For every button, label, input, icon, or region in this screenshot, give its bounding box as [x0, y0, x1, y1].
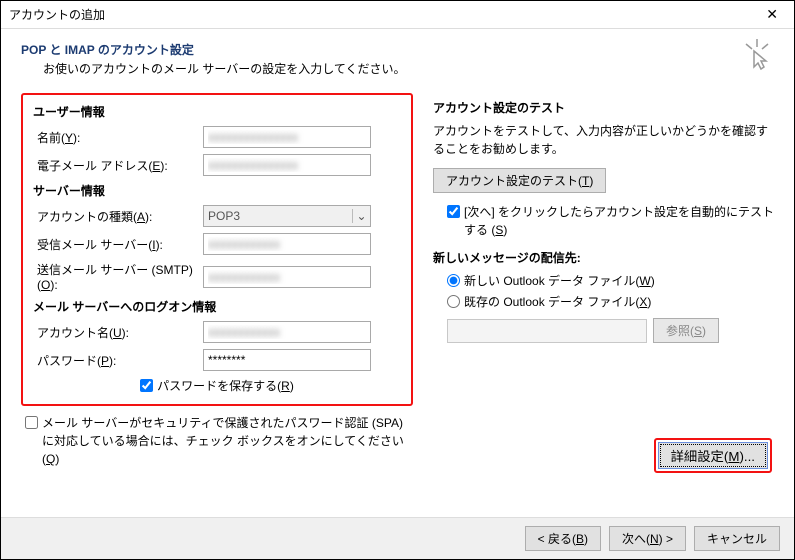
new-pst-radio[interactable]	[447, 274, 460, 287]
spa-label: メール サーバーがセキュリティで保護されたパスワード認証 (SPA) に対応して…	[42, 414, 413, 468]
save-password-checkbox[interactable]	[140, 379, 153, 392]
password-input[interactable]	[203, 349, 371, 371]
account-type-select[interactable]: POP3 ⌄	[203, 205, 371, 227]
cursor-icon	[742, 39, 772, 80]
spa-checkbox[interactable]	[25, 416, 38, 429]
next-button[interactable]: 次へ(N) >	[609, 526, 686, 551]
incoming-server-input[interactable]	[203, 233, 371, 255]
browse-button: 参照(S)	[653, 318, 719, 343]
test-settings-button[interactable]: アカウント設定のテスト(T)	[433, 168, 606, 193]
highlight-more: 詳細設定(M)...	[654, 438, 772, 473]
header-heading: POP と IMAP のアカウント設定	[21, 41, 774, 58]
name-input[interactable]	[203, 126, 371, 148]
existing-pst-radio[interactable]	[447, 295, 460, 308]
test-heading: アカウント設定のテスト	[433, 99, 774, 116]
window-title: アカウントの追加	[9, 6, 758, 23]
footer: < 戻る(B) 次へ(N) > キャンセル	[1, 517, 794, 559]
outgoing-server-input[interactable]	[203, 266, 371, 288]
pst-path-input	[447, 319, 647, 343]
autotest-checkbox[interactable]	[447, 205, 460, 218]
incoming-label: 受信メール サーバー(I):	[33, 236, 203, 253]
test-desc: アカウントをテストして、入力内容が正しいかどうかを確認することをお勧めします。	[433, 122, 774, 158]
new-pst-label: 新しい Outlook データ ファイル(W)	[464, 272, 655, 289]
header-sub: お使いのアカウントのメール サーバーの設定を入力してください。	[21, 60, 774, 77]
account-type-label: アカウントの種類(A):	[33, 208, 203, 225]
cancel-button[interactable]: キャンセル	[694, 526, 780, 551]
deliver-heading: 新しいメッセージの配信先:	[433, 249, 774, 266]
chevron-down-icon: ⌄	[352, 209, 370, 223]
section-server-info: サーバー情報	[33, 182, 401, 199]
highlight-left: ユーザー情報 名前(Y): 電子メール アドレス(E): サーバー情報 アカウン…	[21, 93, 413, 406]
header: POP と IMAP のアカウント設定 お使いのアカウントのメール サーバーの設…	[1, 29, 794, 85]
close-button[interactable]: ✕	[758, 6, 786, 23]
section-logon-info: メール サーバーへのログオン情報	[33, 298, 401, 315]
existing-pst-label: 既存の Outlook データ ファイル(X)	[464, 293, 651, 310]
account-name-label: アカウント名(U):	[33, 324, 203, 341]
titlebar: アカウントの追加 ✕	[1, 1, 794, 29]
add-account-dialog: アカウントの追加 ✕ POP と IMAP のアカウント設定 お使いのアカウント…	[0, 0, 795, 560]
outgoing-label: 送信メール サーバー (SMTP)(O):	[33, 261, 203, 292]
name-label: 名前(Y):	[33, 129, 203, 146]
autotest-label: [次へ] をクリックしたらアカウント設定を自動的にテストする (S)	[464, 203, 774, 239]
save-password-label: パスワードを保存する(R)	[157, 377, 294, 394]
section-user-info: ユーザー情報	[33, 103, 401, 120]
account-name-input[interactable]	[203, 321, 371, 343]
back-button[interactable]: < 戻る(B)	[525, 526, 601, 551]
email-input[interactable]	[203, 154, 371, 176]
more-settings-button[interactable]: 詳細設定(M)...	[658, 442, 768, 469]
password-label: パスワード(P):	[33, 352, 203, 369]
email-label: 電子メール アドレス(E):	[33, 157, 203, 174]
